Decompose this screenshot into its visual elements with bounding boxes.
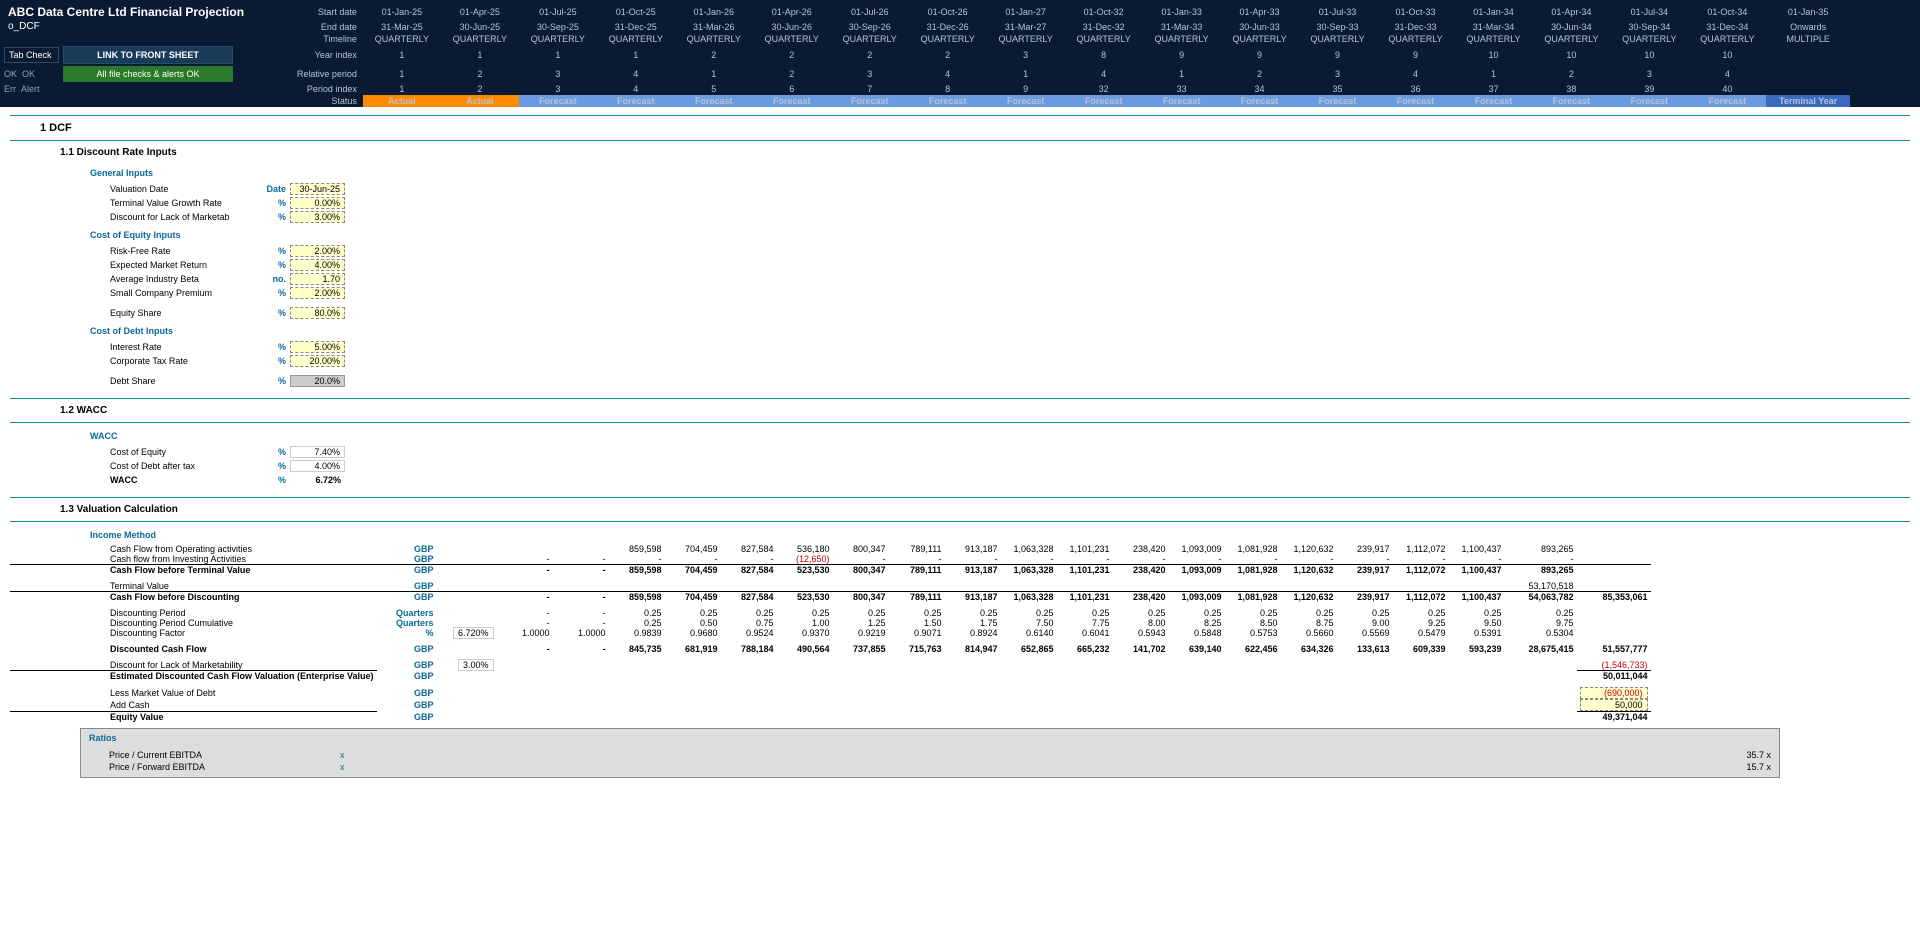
row-cftv: Cash Flow before Terminal ValueGBP --859… (10, 565, 1651, 576)
status-row: Status Actual Actual Forecast Forecast F… (0, 95, 1920, 107)
row-cfbd: Cash Flow before DiscountingGBP --859,59… (10, 592, 1651, 603)
codat-output: 4.00% (290, 460, 345, 472)
addcash-input[interactable]: 50,000 (1580, 699, 1648, 711)
row-cfo: Cash Flow from Operating activitiesGBP 8… (10, 544, 1651, 554)
row-dcf: Discounted Cash FlowGBP --845,735681,919… (10, 644, 1651, 654)
row-equity-value: Equity ValueGBP 49,371,044 (10, 712, 1651, 723)
wacc-output: 6.72% (290, 475, 345, 485)
rfr-input[interactable]: 2.00% (290, 245, 345, 257)
valuation-table: Cash Flow from Operating activitiesGBP 8… (10, 544, 1651, 722)
section-wacc: 1.2 WACC (10, 401, 1910, 420)
row-lmvd: Less Market Value of DebtGBP (690,000) (10, 687, 1651, 699)
row-tv: Terminal ValueGBP 53,170,518 (10, 581, 1651, 592)
lmvd-input[interactable]: (690,000) (1580, 687, 1648, 699)
row-dlom: Discount for Lack of MarketabilityGBP3.0… (10, 660, 1651, 671)
link-front-sheet-button[interactable]: LINK TO FRONT SHEET (63, 46, 233, 64)
tab-check-label: Tab Check (4, 47, 59, 63)
tax-rate-input[interactable]: 20.00% (290, 355, 345, 367)
coe-output: 7.40% (290, 446, 345, 458)
row-df: Discounting Factor%6.720% 1.00001.00000.… (10, 628, 1651, 638)
section-discount-inputs: 1.1 Discount Rate Inputs (10, 143, 1910, 162)
interest-rate-input[interactable]: 5.00% (290, 341, 345, 353)
tvgr-input[interactable]: 0.00% (290, 197, 345, 209)
row-dpc: Discounting Period CumulativeQuarters --… (10, 618, 1651, 628)
dlom-input[interactable]: 3.00% (290, 211, 345, 223)
pce-value: 35.7 x (1746, 750, 1771, 760)
sheet-name: o_DCF (0, 20, 261, 33)
dlom-used: 3.00% (458, 659, 494, 671)
beta-input[interactable]: 1.70 (290, 273, 345, 285)
file-checks-status: All file checks & alerts OK (63, 66, 233, 82)
model-title: ABC Data Centre Ltd Financial Projection (0, 4, 261, 20)
row-dp: Discounting PeriodQuarters --0.250.250.2… (10, 608, 1651, 618)
scp-input[interactable]: 2.00% (290, 287, 345, 299)
section-valuation: 1.3 Valuation Calculation (10, 500, 1910, 519)
group-cost-debt: Cost of Debt Inputs (10, 320, 1910, 340)
wacc-used: 6.720% (453, 627, 494, 639)
group-cost-equity: Cost of Equity Inputs (10, 224, 1910, 244)
valuation-date-input[interactable]: 30-Jun-25 (290, 183, 345, 195)
emr-input[interactable]: 4.00% (290, 259, 345, 271)
equity-share-input[interactable]: 80.0% (290, 307, 345, 319)
model-header: ABC Data Centre Ltd Financial Projection… (0, 0, 1920, 107)
row-cfi: Cash flow from Investing ActivitiesGBP -… (10, 554, 1651, 565)
debt-share-output: 20.0% (290, 375, 345, 387)
row-ev: Estimated Discounted Cash Flow Valuation… (10, 671, 1651, 682)
group-general-inputs: General Inputs (10, 162, 1910, 182)
ratios-box: Ratios Price / Current EBITDAx35.7 x Pri… (80, 728, 1780, 778)
row-addcash: Add CashGBP 50,000 (10, 699, 1651, 712)
section-dcf: 1 DCF (10, 118, 1910, 138)
pfe-value: 15.7 x (1746, 762, 1771, 772)
